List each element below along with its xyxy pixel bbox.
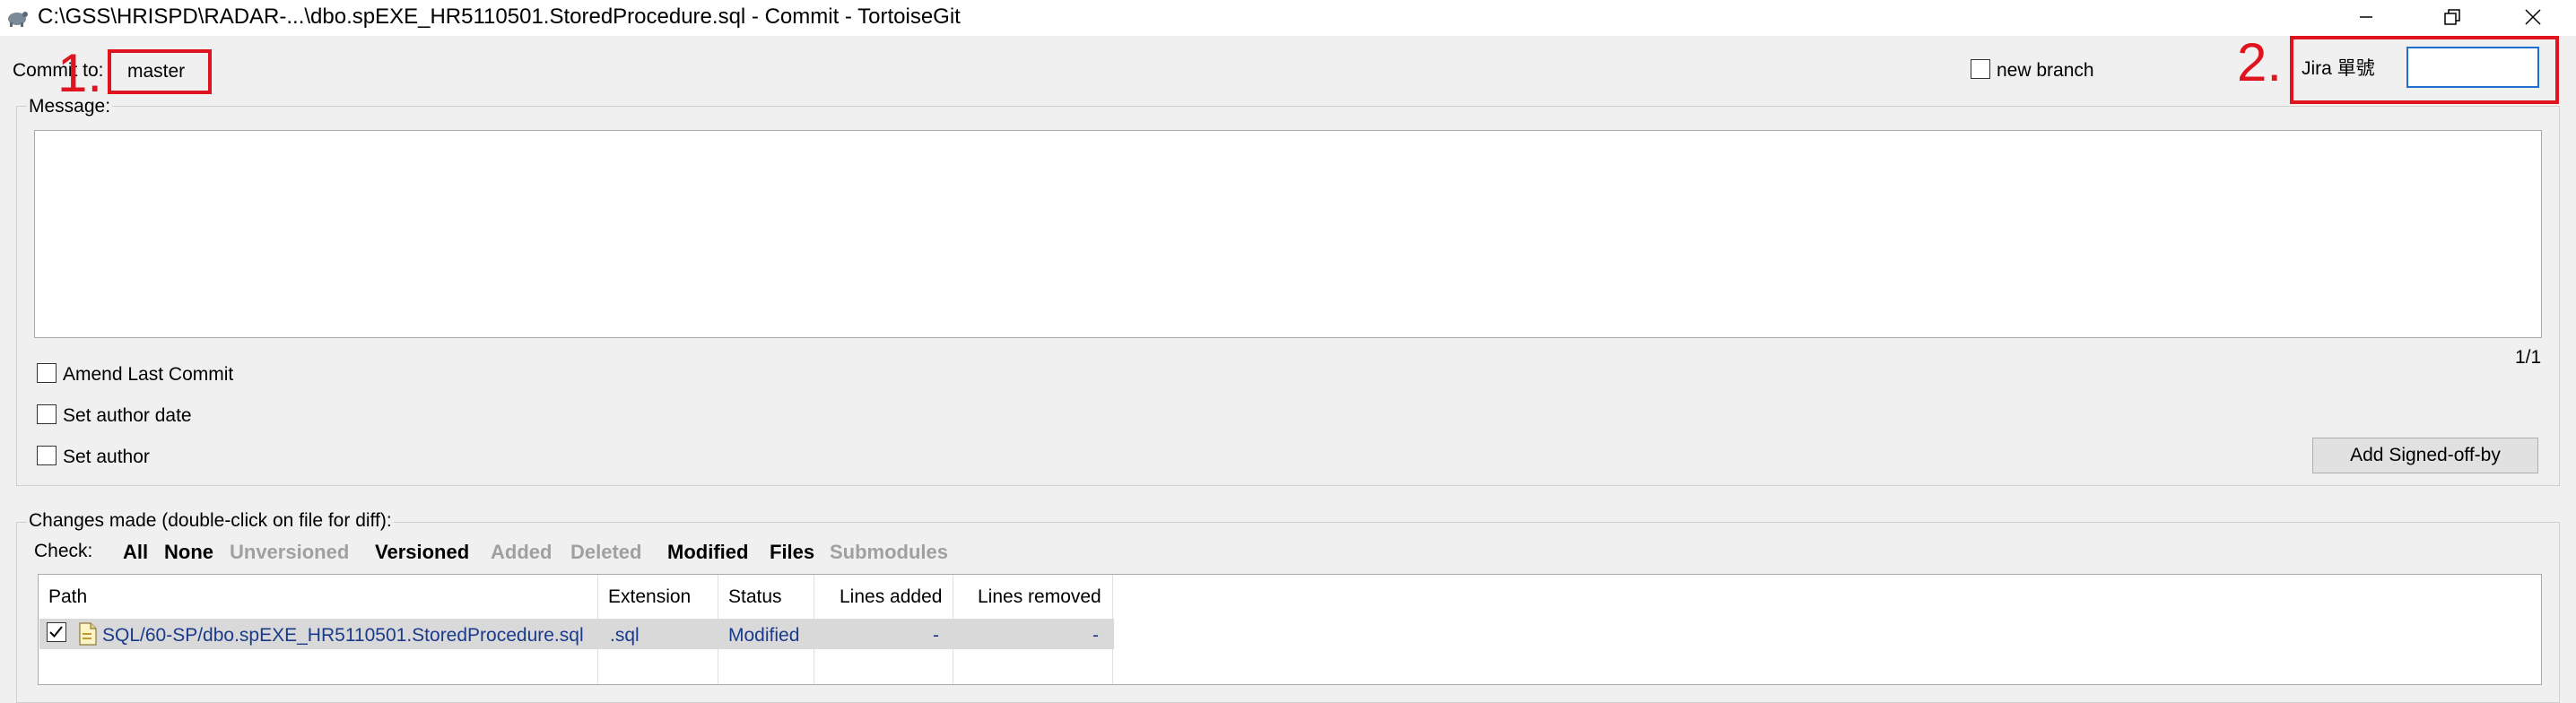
set-author-date-label: Set author date: [63, 405, 192, 426]
restore-icon: [2444, 9, 2460, 25]
set-author-date-checkbox[interactable]: [37, 404, 57, 424]
jira-input[interactable]: [2406, 47, 2539, 88]
filter-added: Added: [491, 541, 553, 563]
column-header-extension[interactable]: Extension: [608, 586, 691, 608]
file-extension: .sql: [610, 625, 640, 646]
jira-label: Jira 單號: [2302, 58, 2375, 79]
filter-unversioned: Unversioned: [230, 541, 350, 563]
new-branch-label: new branch: [1997, 60, 2094, 81]
branch-name[interactable]: master: [127, 62, 185, 81]
minimize-icon: [2360, 16, 2372, 18]
filter-all[interactable]: All: [123, 541, 148, 564]
file-status: Modified: [728, 625, 800, 646]
filter-submodules: Submodules: [830, 541, 949, 563]
set-author-checkbox[interactable]: [37, 446, 57, 465]
message-label: Message:: [27, 96, 113, 117]
new-branch-checkbox[interactable]: [1971, 59, 1990, 79]
filter-none[interactable]: None: [164, 541, 213, 564]
filter-deleted: Deleted: [570, 541, 642, 563]
changes-label: Changes made (double-click on file for d…: [27, 510, 394, 531]
amend-checkbox[interactable]: [37, 363, 57, 383]
filter-modified[interactable]: Modified: [667, 541, 748, 564]
file-lines-added: -: [933, 625, 939, 646]
column-header-lines-removed[interactable]: Lines removed: [978, 586, 1101, 608]
minimize-button[interactable]: [2330, 0, 2402, 34]
file-path: SQL/60-SP/dbo.spEXE_HR5110501.StoredProc…: [102, 625, 584, 646]
check-label: Check:: [34, 541, 93, 561]
message-counter: 1/1: [2515, 347, 2542, 368]
close-button[interactable]: [2497, 0, 2569, 34]
tortoisegit-icon: [8, 12, 28, 27]
sql-file-icon: [79, 622, 97, 646]
set-author-label: Set author: [63, 447, 150, 467]
column-header-status[interactable]: Status: [728, 586, 782, 608]
filter-versioned[interactable]: Versioned: [375, 541, 469, 564]
file-row-checkbox[interactable]: [47, 622, 66, 642]
add-signed-off-button[interactable]: Add Signed-off-by: [2312, 438, 2538, 473]
window-title: C:\GSS\HRISPD\RADAR-...\dbo.spEXE_HR5110…: [38, 4, 961, 29]
annotation-2: 2.: [2237, 32, 2283, 92]
message-textarea[interactable]: [34, 130, 2542, 338]
close-icon: [2525, 9, 2541, 25]
amend-label: Amend Last Commit: [63, 364, 234, 385]
annotation-1: 1.: [57, 43, 103, 103]
filter-files[interactable]: Files: [770, 541, 814, 564]
checkmark-icon: [49, 626, 63, 638]
restore-button[interactable]: [2416, 0, 2488, 34]
column-header-lines-added[interactable]: Lines added: [840, 586, 942, 608]
column-header-path[interactable]: Path: [48, 586, 87, 608]
file-lines-removed: -: [1092, 625, 1099, 646]
